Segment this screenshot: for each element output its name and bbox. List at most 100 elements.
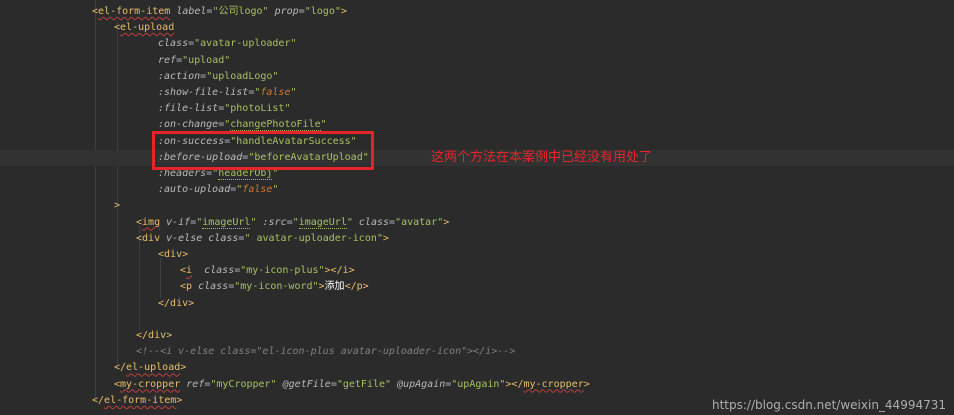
code-token: " [292,216,299,228]
code-token: </ [92,394,105,406]
code-token: "photoList" [224,103,291,115]
code-line[interactable]: </div> [0,328,954,344]
code-token: div [148,330,167,341]
code-text: ref="upload" [158,53,230,69]
code-line[interactable]: :file-list="photoList" [0,101,954,117]
code-text: </div> [158,296,194,312]
code-token: my-cropper [523,378,584,390]
code-token: > [362,281,369,293]
code-token: img [142,216,161,228]
code-line[interactable]: <el-upload [0,20,954,36]
code-text: :auto-upload="false" [158,182,278,198]
code-token: > [180,362,187,374]
code-text: <el-upload [114,20,174,36]
code-token: 添加 [324,281,345,293]
code-text: <i class="my-icon-plus"></i> [180,263,355,279]
code-line[interactable]: <img v-if="imageUrl" :src="imageUrl" cla… [0,215,954,231]
code-line[interactable]: ref="upload" [0,53,954,69]
code-token: class [204,265,235,277]
code-token: :file-list [158,103,219,115]
code-token: </ [344,281,357,293]
code-token: "myCropper" [210,378,277,390]
code-token: div [164,249,183,260]
code-token: @upAgain [397,378,446,390]
code-token: "公司logo" [212,6,269,17]
code-token: div [170,297,189,309]
code-token: el-form-item [104,394,177,406]
code-text: <!--<i v-else class="el-icon-plus avatar… [136,344,515,360]
code-token: prop [274,6,299,17]
code-token: > [443,216,450,228]
code-text: <div v-else class=" avatar-uploader-icon… [136,231,389,247]
code-token: " [272,184,279,196]
code-token: <!--<i v-else class="el-icon-plus avatar… [136,346,516,358]
code-token: "avatar-uploader" [194,38,297,50]
code-token: el-form-item [98,6,171,17]
code-line[interactable]: <!--<i v-else class="el-icon-plus avatar… [0,344,954,360]
code-token: imageUrl [202,216,251,229]
code-token: class [208,232,239,244]
code-token: imageUrl [298,216,347,229]
code-token: > [382,232,389,244]
code-line[interactable]: <div v-else class=" avatar-uploader-icon… [0,231,954,247]
code-token: class [158,38,189,50]
code-line[interactable] [0,312,954,328]
code-token: "upload" [182,54,231,66]
code-line[interactable]: <my-cropper ref="myCropper" @getFile="ge… [0,377,954,393]
code-line[interactable]: :show-file-list="false" [0,85,954,101]
code-token: > [114,200,121,212]
code-text: <my-cropper ref="myCropper" @getFile="ge… [114,377,590,393]
code-token: "logo" [304,6,341,17]
code-token: "my-icon-word" [234,281,319,293]
code-text: <p class="my-icon-word">添加</p> [180,279,369,295]
code-line[interactable]: <p class="my-icon-word">添加</p> [0,279,954,295]
code-text: </el-form-item> [92,393,182,409]
code-text: class="avatar-uploader" [158,36,297,52]
code-token: > [348,265,355,277]
watermark: https://blog.csdn.net/weixin_44994731 [711,398,946,412]
code-token: changePhotoFile [230,119,321,132]
code-token: v-if [166,216,191,228]
code-token: </ [158,297,171,309]
code-line[interactable]: :action="uploadLogo" [0,69,954,85]
code-line[interactable]: > [0,198,954,214]
code-token: > [166,330,173,341]
code-token: ></ [505,378,524,390]
code-line[interactable]: :headers="headerObj" [0,166,954,182]
code-line[interactable]: :on-change="changePhotoFile" [0,117,954,133]
code-line[interactable]: <div> [0,247,954,263]
code-line[interactable]: </el-upload> [0,360,954,376]
code-token: :auto-upload [158,184,231,196]
code-line[interactable]: </div> [0,296,954,312]
code-token: "avatar" [395,216,444,228]
code-token: el-upload [120,22,175,34]
code-line[interactable]: <i class="my-icon-plus"></i> [0,263,954,279]
highlight-box [152,131,374,170]
code-token: v-else [166,232,203,244]
code-editor[interactable]: <el-form-item label="公司logo" prop="logo"… [0,0,954,415]
code-token: </ [136,330,149,341]
code-line[interactable]: :auto-upload="false" [0,182,954,198]
code-token: > [182,249,189,260]
code-token: false [242,184,273,196]
code-token: "upAgain" [451,378,506,390]
code-token: label [176,6,207,17]
code-token: my-cropper [120,378,181,390]
code-token: class [198,281,229,293]
code-text: <img v-if="imageUrl" :src="imageUrl" cla… [136,215,449,231]
code-token: "getFile" [336,378,392,390]
code-token: "my-icon-plus" [240,265,325,277]
code-token: > [583,378,590,390]
code-token: " [290,87,297,98]
code-token: :action [158,70,201,82]
code-token: ></ [324,265,343,277]
code-text: :show-file-list="false" [158,85,297,101]
code-text: :file-list="photoList" [158,101,290,117]
code-line[interactable]: class="avatar-uploader" [0,36,954,52]
code-token: div [142,232,161,244]
code-line[interactable]: <el-form-item label="公司logo" prop="logo"… [0,4,954,20]
code-token: "uploadLogo" [206,70,279,82]
code-token: " [320,119,327,131]
code-text: </div> [136,328,172,344]
code-text: <el-form-item label="公司logo" prop="logo"… [92,4,347,20]
